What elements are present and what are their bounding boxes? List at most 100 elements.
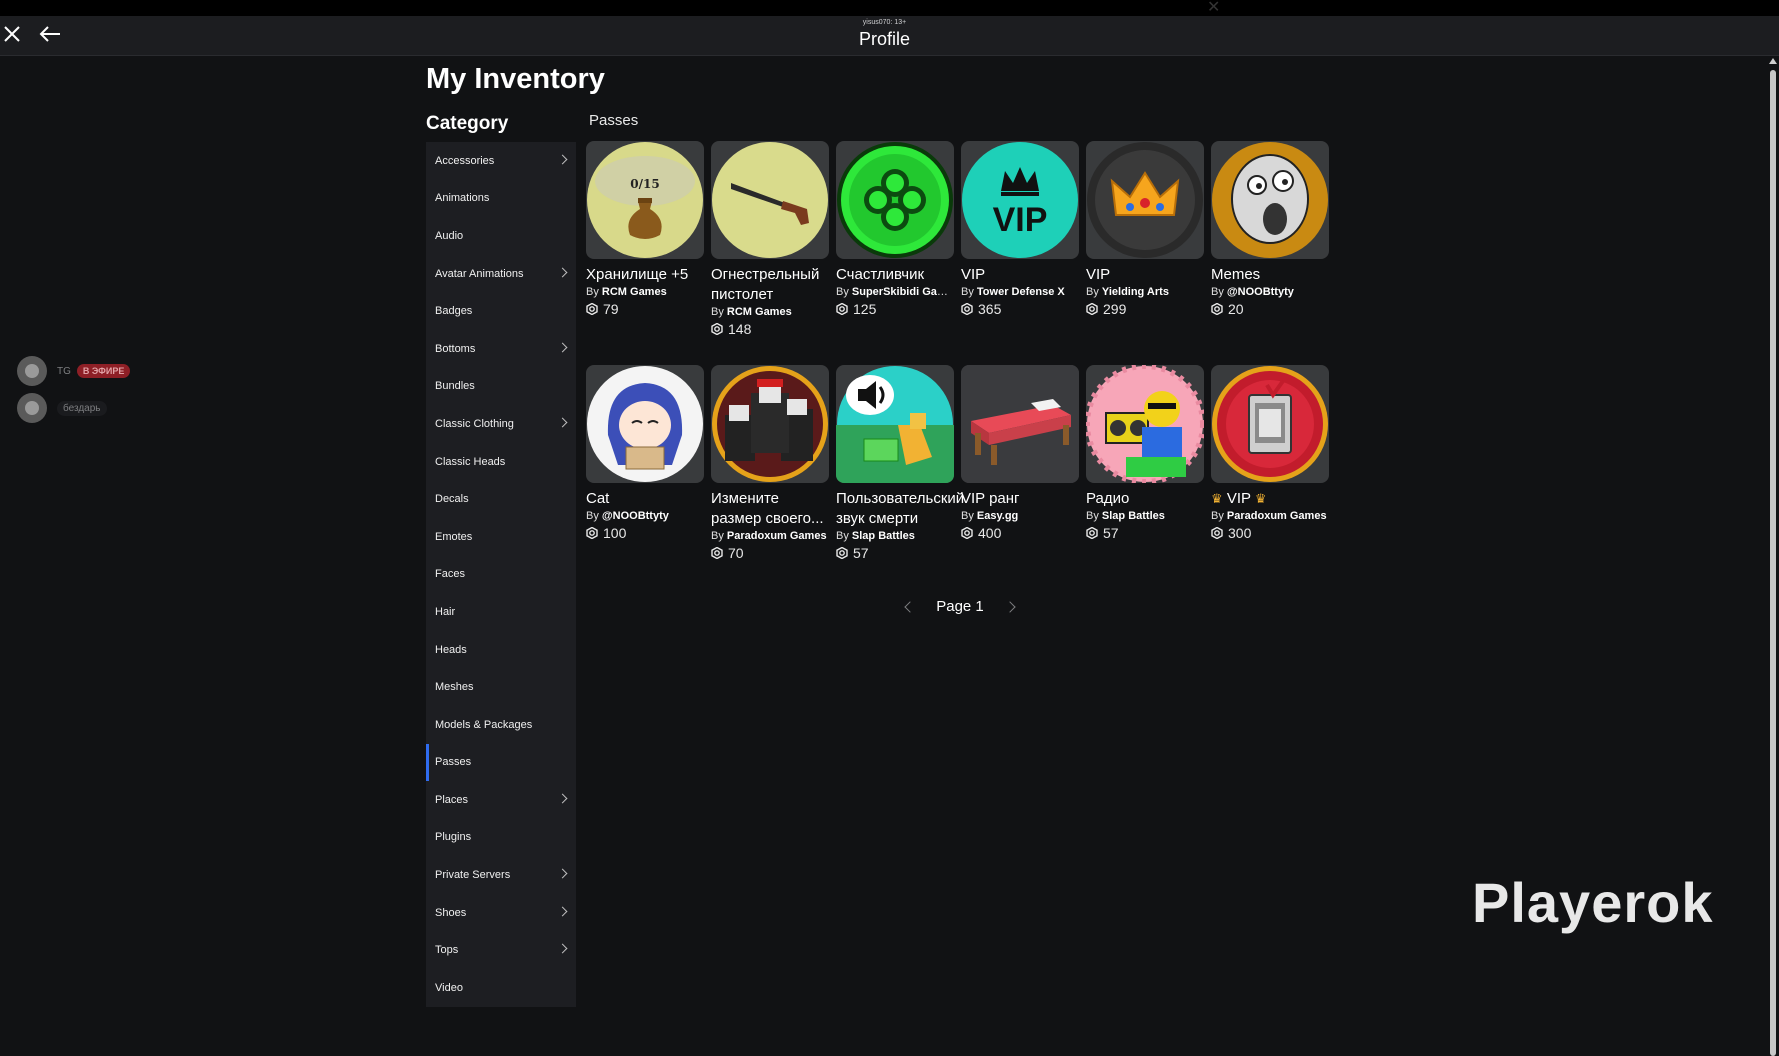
pass-thumbnail[interactable] [1211,365,1329,483]
pass-card[interactable]: Memes By @NOOBttyty 20 [1211,141,1329,317]
sidebar-item-label: Video [435,981,463,994]
pass-thumbnail[interactable] [711,365,829,483]
pass-thumbnail[interactable] [586,365,704,483]
pass-thumbnail[interactable] [1086,365,1204,483]
scrollbar-thumb[interactable] [1770,70,1776,1056]
sidebar-item-emotes[interactable]: Emotes [426,518,576,556]
pass-name[interactable]: ♛ VIP ♛ [1211,489,1329,509]
creator-link[interactable]: Slap Battles [1102,510,1165,522]
robux-icon [836,547,853,559]
svg-text:0/15: 0/15 [630,177,659,191]
pass-card[interactable]: Радио By Slap Battles 57 [1086,365,1204,541]
pass-price: 299 [1086,301,1204,317]
pass-thumbnail[interactable] [961,365,1079,483]
pass-name[interactable]: Счастливчик [836,265,954,285]
scrollbar[interactable] [1767,56,1779,1056]
prev-page-icon[interactable] [904,600,916,613]
robux-icon [836,303,853,315]
pass-price: 300 [1211,525,1329,541]
pass-name[interactable]: Пользовательский звук смерти [836,489,964,529]
pass-thumbnail[interactable] [1086,141,1204,259]
creator-link[interactable]: SuperSkibidi Gam... [852,286,954,298]
pass-card[interactable]: Пользовательский звук смерти By Slap Batt… [836,365,964,561]
sidebar-item-badges[interactable]: Badges [426,292,576,330]
pass-price: 70 [711,545,829,561]
pass-thumbnail[interactable]: VIP [961,141,1079,259]
sidebar-item-heads[interactable]: Heads [426,631,576,669]
pass-price: 100 [586,525,704,541]
pass-name[interactable]: Огнестрельный пистолет [711,265,829,305]
sidebar-item-animations[interactable]: Animations [426,180,576,218]
sidebar-item-bottoms[interactable]: Bottoms [426,330,576,368]
creator-link[interactable]: Tower Defense X [977,286,1065,298]
creator-link[interactable]: RCM Games [602,286,667,298]
creator-link[interactable]: RCM Games [727,306,792,318]
pass-name[interactable]: Измените размер своего... [711,489,829,529]
pass-card[interactable]: VIP ранг By Easy.gg 400 [961,365,1079,541]
pass-name[interactable]: VIP [961,265,1079,285]
pass-name[interactable]: VIP ранг [961,489,1079,509]
creator-link[interactable]: @NOOBttyty [602,510,669,522]
creator-link[interactable]: Paradoxum Games [1227,510,1327,522]
creator-link[interactable]: Easy.gg [977,510,1018,522]
price-value: 365 [978,301,1002,317]
sidebar-item-meshes[interactable]: Meshes [426,668,576,706]
pass-thumbnail[interactable] [711,141,829,259]
sidebar-item-shoes[interactable]: Shoes [426,894,576,932]
price-value: 299 [1103,301,1127,317]
sidebar-item-passes[interactable]: Passes [426,743,576,782]
top-strip: ✕ [0,0,1779,16]
sidebar-item-accessories[interactable]: Accessories [426,142,576,180]
sidebar-item-label: Passes [435,756,472,769]
pass-card[interactable]: VIP By Yielding Arts 299 [1086,141,1204,317]
stream-row-tg: TG В ЭФИРЕ [17,355,131,387]
creator-link[interactable]: Paradoxum Games [727,530,827,542]
creator-link[interactable]: @NOOBttyty [1227,286,1294,298]
pass-name[interactable]: Cat [586,489,704,509]
pass-thumbnail[interactable] [836,141,954,259]
sidebar-item-tops[interactable]: Tops [426,931,576,969]
creator-link[interactable]: Slap Battles [852,530,915,542]
pass-name[interactable]: Хранилище +5 [586,265,704,285]
sidebar-item-video[interactable]: Video [426,969,576,1007]
sidebar-item-label: Bundles [435,380,475,393]
pass-card[interactable]: Огнестрельный пистолет By RCM Games 148 [711,141,829,337]
sidebar-item-classic-clothing[interactable]: Classic Clothing [426,405,576,443]
next-page-icon[interactable] [1004,600,1016,613]
stream-row-nick: бездарь [17,392,130,424]
sidebar-item-audio[interactable]: Audio [426,217,576,255]
pass-thumbnail[interactable] [1211,141,1329,259]
pass-card[interactable]: VIP VIP By Tower Defense X 365 [961,141,1079,317]
pass-name[interactable]: Радио [1086,489,1204,509]
sidebar-item-hair[interactable]: Hair [426,593,576,631]
pass-price: 365 [961,301,1079,317]
pass-card[interactable]: Счастливчик By SuperSkibidi Gam... 125 [836,141,954,317]
pass-card[interactable]: 0/15 Хранилище +5 By RCM Games 79 [586,141,704,317]
creator-link[interactable]: Yielding Arts [1102,286,1169,298]
pass-card[interactable]: ♛ VIP ♛ By Paradoxum Games 300 [1211,365,1329,541]
robux-icon [961,303,978,315]
crown-icon: ♛ [1211,491,1223,506]
sidebar-item-models-packages[interactable]: Models & Packages [426,706,576,744]
scroll-up-arrow-icon[interactable] [1769,58,1777,64]
sidebar-item-avatar-animations[interactable]: Avatar Animations [426,255,576,293]
pass-name[interactable]: VIP [1086,265,1204,285]
sidebar-item-bundles[interactable]: Bundles [426,368,576,406]
by-prefix: By [1086,286,1099,298]
sidebar-item-plugins[interactable]: Plugins [426,819,576,857]
pass-card[interactable]: Измените размер своего... By Paradoxum Ga… [711,365,829,561]
price-value: 125 [853,301,877,317]
pass-thumbnail[interactable] [836,365,954,483]
sidebar-item-decals[interactable]: Decals [426,480,576,518]
sidebar-item-private-servers[interactable]: Private Servers [426,856,576,894]
section-title: Passes [589,112,639,129]
pass-thumbnail[interactable]: 0/15 [586,141,704,259]
sidebar-item-classic-heads[interactable]: Classic Heads [426,443,576,481]
page-title: My Inventory [426,63,605,95]
sidebar-item-faces[interactable]: Faces [426,556,576,594]
pass-name[interactable]: Memes [1211,265,1329,285]
sidebar-item-places[interactable]: Places [426,781,576,819]
pass-card[interactable]: Cat By @NOOBttyty 100 [586,365,704,541]
sidebar-item-label: Emotes [435,530,473,543]
by-prefix: By [1086,510,1099,522]
